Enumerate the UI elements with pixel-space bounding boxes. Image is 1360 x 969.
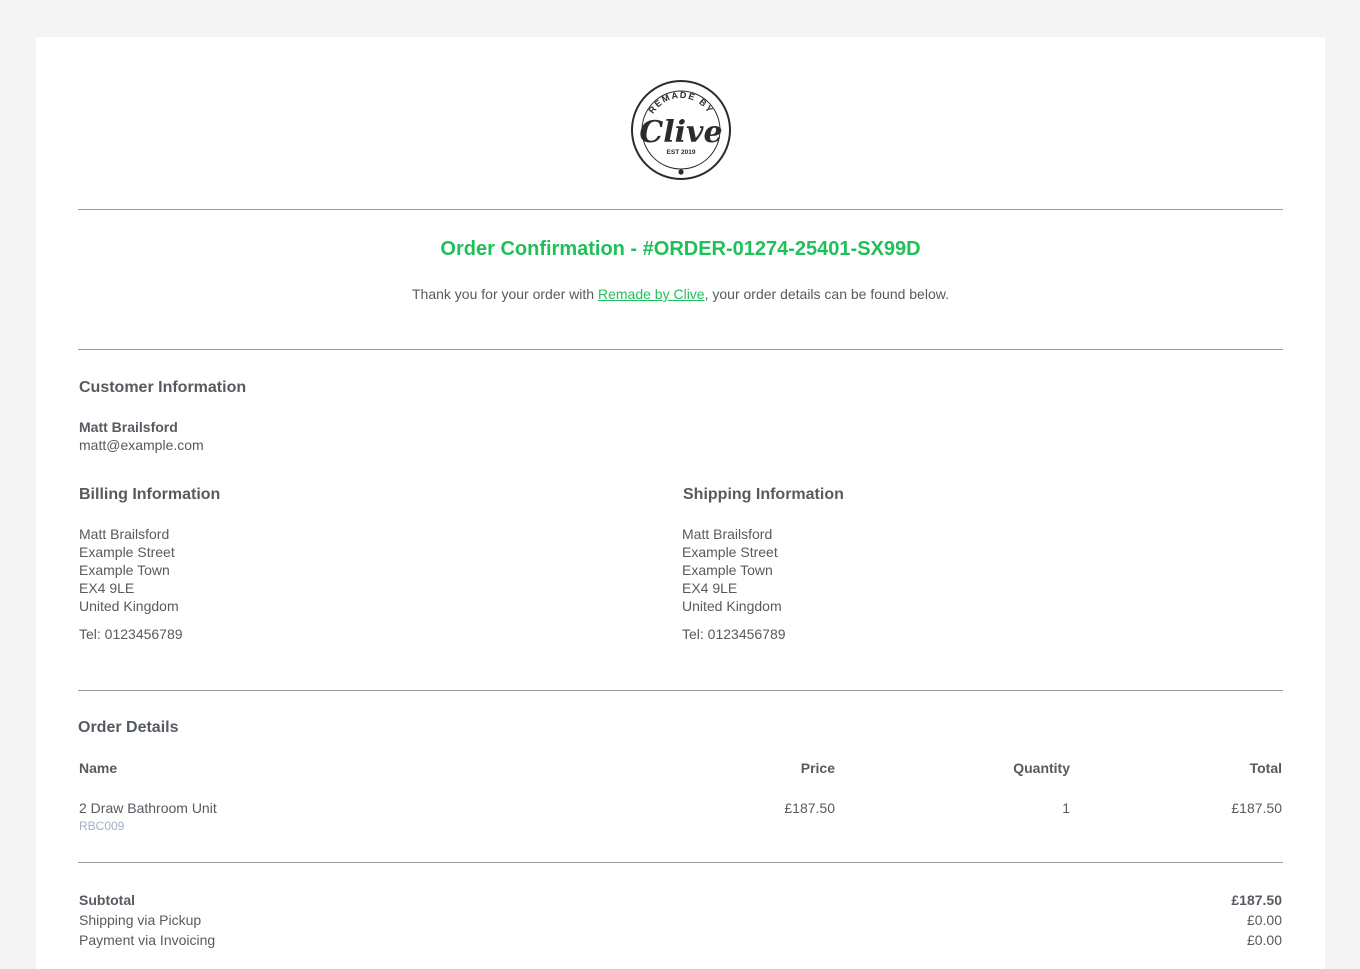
shipping-value: £0.00 [1246, 912, 1282, 928]
brand-logo: REMADE BY Clive EST 2019 [629, 78, 733, 182]
email-card: REMADE BY Clive EST 2019 Order Confirmat… [36, 37, 1325, 969]
divider [78, 349, 1283, 350]
address-line: United Kingdom [682, 598, 782, 614]
payment-row: Payment via Invoicing £0.00 [79, 932, 1282, 952]
address-line: Example Street [79, 544, 175, 560]
shipping-tel: Tel: 0123456789 [682, 626, 786, 642]
logo-badge-icon: REMADE BY Clive EST 2019 [631, 80, 731, 180]
shipping-information-heading: Shipping Information [683, 486, 844, 503]
address-line: EX4 9LE [682, 580, 738, 596]
address-line: Matt Brailsford [79, 526, 170, 542]
svg-text:Clive: Clive [639, 115, 722, 150]
column-header-quantity: Quantity [1013, 760, 1070, 776]
subtotal-label: Subtotal [79, 892, 135, 908]
order-confirmation-title: Order Confirmation - #ORDER-01274-25401-… [440, 238, 921, 260]
subtotal-value: £187.50 [1231, 892, 1282, 908]
address-line: Example Street [682, 544, 778, 560]
divider [78, 862, 1283, 863]
intro-text: Thank you for your order with Remade by … [412, 286, 949, 302]
item-name: 2 Draw Bathroom Unit [79, 800, 217, 816]
address-line: Example Town [682, 562, 773, 578]
svg-text:REMADE BY: REMADE BY [646, 90, 715, 116]
divider [78, 690, 1283, 691]
divider [78, 209, 1283, 210]
order-details-heading: Order Details [78, 719, 179, 736]
customer-email: matt@example.com [79, 437, 204, 453]
store-link[interactable]: Remade by Clive [598, 286, 705, 302]
svg-text:EST 2019: EST 2019 [667, 149, 696, 156]
subtotal-row: Subtotal £187.50 [79, 892, 1282, 912]
address-line: United Kingdom [79, 598, 179, 614]
column-header-total: Total [1249, 760, 1282, 776]
customer-information-heading: Customer Information [79, 379, 247, 396]
shipping-row: Shipping via Pickup £0.00 [79, 912, 1282, 932]
item-price: £187.50 [784, 800, 835, 816]
shipping-address: Matt Brailsford Example Street Example T… [682, 525, 782, 615]
payment-method-label: Payment via Invoicing [79, 932, 216, 948]
billing-address: Matt Brailsford Example Street Example T… [79, 525, 179, 615]
item-sku: RBC009 [79, 819, 125, 833]
shipping-method-label: Shipping via Pickup [79, 912, 202, 928]
column-header-name: Name [79, 760, 118, 776]
billing-information-heading: Billing Information [79, 486, 221, 503]
payment-value: £0.00 [1246, 932, 1282, 948]
customer-name: Matt Brailsford [79, 419, 178, 435]
address-line: Example Town [79, 562, 170, 578]
item-total: £187.50 [1231, 800, 1282, 816]
item-quantity: 1 [1062, 800, 1070, 816]
address-line: Matt Brailsford [682, 526, 773, 542]
address-line: EX4 9LE [79, 580, 135, 596]
billing-tel: Tel: 0123456789 [79, 626, 183, 642]
column-header-price: Price [800, 760, 835, 776]
